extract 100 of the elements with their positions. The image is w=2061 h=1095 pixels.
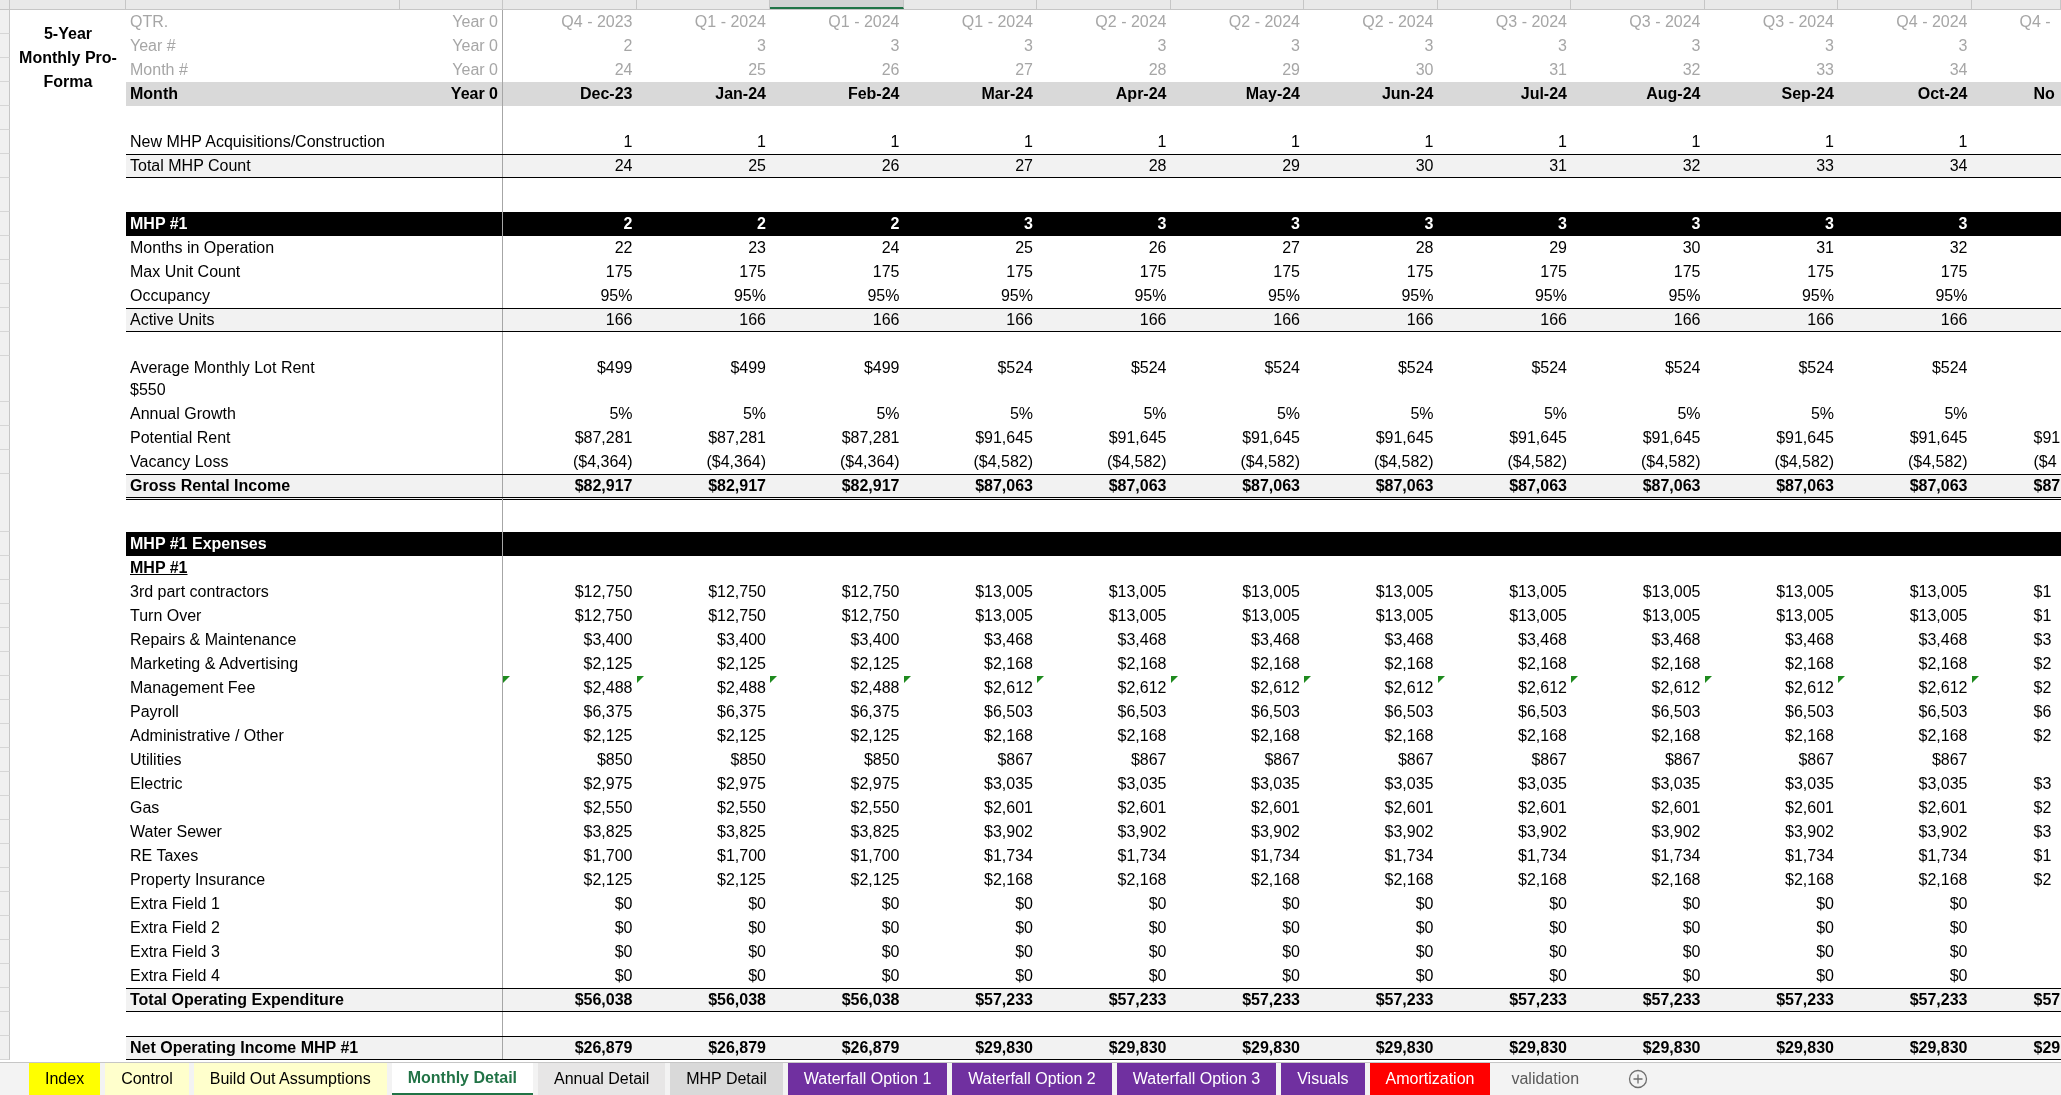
amount: 95% (733, 287, 766, 305)
row-header[interactable] (0, 130, 10, 154)
row-header[interactable] (0, 796, 10, 820)
sheet-tab[interactable]: validation (1495, 1063, 1596, 1095)
amount: $2,612 (1785, 679, 1834, 697)
amount: $0 (1415, 967, 1434, 985)
row-header[interactable] (0, 332, 10, 356)
row-header[interactable] (0, 356, 10, 402)
sheet-tab[interactable]: Control (105, 1063, 189, 1095)
row-header[interactable] (0, 154, 10, 178)
row-header[interactable] (0, 58, 10, 82)
amount: $13,005 (1108, 583, 1167, 601)
row-header[interactable] (0, 940, 10, 964)
row-header[interactable] (0, 236, 10, 260)
amount: $29,830 (1242, 1039, 1300, 1057)
row-header[interactable] (0, 498, 10, 532)
row-header[interactable] (0, 676, 10, 700)
row-header[interactable] (0, 106, 10, 130)
row-header[interactable] (0, 532, 10, 556)
row-header[interactable] (0, 628, 10, 652)
amount: $0 (1015, 943, 1033, 961)
row-label: Vacancy Loss (129, 452, 230, 472)
sheet-tab[interactable]: MHP Detail (670, 1063, 783, 1095)
amount: $2,168 (1384, 655, 1434, 673)
amount: ($4,364) (572, 453, 633, 471)
column-header[interactable] (770, 0, 904, 9)
row-header[interactable] (0, 212, 10, 236)
amount: 3 (1691, 37, 1701, 55)
row-label: Electric (129, 774, 184, 794)
row-header[interactable] (0, 748, 10, 772)
row-header[interactable] (0, 604, 10, 628)
sheet-tab[interactable]: Index (29, 1063, 101, 1095)
row-label: Extra Field 4 (129, 966, 221, 986)
amount: $2,125 (583, 871, 633, 889)
amount: $524 (1664, 358, 1701, 378)
row-header[interactable] (0, 178, 10, 212)
amount: 28 (1415, 239, 1434, 257)
row-header[interactable] (0, 1036, 10, 1060)
row-header[interactable] (0, 700, 10, 724)
row-header[interactable] (0, 844, 10, 868)
amount: 166 (1139, 311, 1167, 329)
sheet-tab[interactable]: Waterfall Option 1 (787, 1063, 948, 1095)
row-label: Month (129, 84, 179, 104)
amount: $0 (1816, 943, 1834, 961)
row-label: Administrative / Other (129, 726, 285, 746)
sheet-tab[interactable]: Build Out Assumptions (193, 1063, 387, 1095)
row-header[interactable] (0, 402, 10, 426)
amount: $0 (1015, 895, 1033, 913)
row-header[interactable] (0, 1012, 10, 1036)
sheet-tab[interactable]: Annual Detail (538, 1063, 666, 1095)
row-header[interactable] (0, 450, 10, 474)
row-label: Year # (129, 36, 177, 56)
amount: $0 (1682, 919, 1701, 937)
amount: 1 (1157, 133, 1167, 151)
row-header[interactable] (0, 892, 10, 916)
amount: $2,168 (1117, 655, 1167, 673)
amount: $6,375 (850, 703, 900, 721)
row-header[interactable] (0, 652, 10, 676)
row-header[interactable] (0, 964, 10, 988)
row-header[interactable] (0, 724, 10, 748)
row-header[interactable] (0, 308, 10, 332)
amount: $0 (748, 967, 766, 985)
amount: May-24 (1245, 85, 1300, 103)
amount: 1 (623, 133, 633, 151)
sheet-tab[interactable]: Visuals (1281, 1063, 1365, 1095)
amount: 3 (1825, 215, 1834, 233)
row-header[interactable] (0, 868, 10, 892)
amount: $1 (2033, 847, 2052, 865)
amount: $0 (881, 967, 900, 985)
amount: $6,503 (1785, 703, 1834, 721)
amount: 95% (1534, 287, 1567, 305)
amount: $87,063 (1909, 477, 1968, 495)
amount: $3,035 (1785, 775, 1834, 793)
row-header[interactable] (0, 34, 10, 58)
amount: $2,168 (1117, 727, 1167, 745)
row-header[interactable] (0, 820, 10, 844)
amount: $2,168 (1518, 871, 1567, 889)
row-header[interactable] (0, 988, 10, 1012)
row-header[interactable] (0, 916, 10, 940)
row-header[interactable] (0, 284, 10, 308)
amount: $13,005 (1509, 607, 1567, 625)
sheet-tab[interactable]: Amortization (1369, 1063, 1491, 1095)
row-header[interactable] (0, 556, 10, 580)
amount: 95% (1801, 287, 1834, 305)
amount: $12,750 (574, 607, 633, 625)
row-header[interactable] (0, 260, 10, 284)
sheet-tab[interactable]: Monthly Detail (391, 1063, 534, 1095)
row-header[interactable] (0, 10, 10, 34)
row-label: Extra Field 3 (129, 942, 221, 962)
row-header[interactable] (0, 772, 10, 796)
row-header[interactable] (0, 580, 10, 604)
row-header[interactable] (0, 426, 10, 450)
row-header[interactable] (0, 82, 10, 106)
amount: 5% (742, 405, 766, 423)
amount: 32 (1682, 157, 1701, 175)
sheet-tab[interactable]: Waterfall Option 3 (1116, 1063, 1277, 1095)
amount: $6,503 (1251, 703, 1300, 721)
sheet-tab[interactable]: Waterfall Option 2 (952, 1063, 1112, 1095)
row-header[interactable] (0, 474, 10, 500)
amount: 1 (890, 133, 900, 151)
